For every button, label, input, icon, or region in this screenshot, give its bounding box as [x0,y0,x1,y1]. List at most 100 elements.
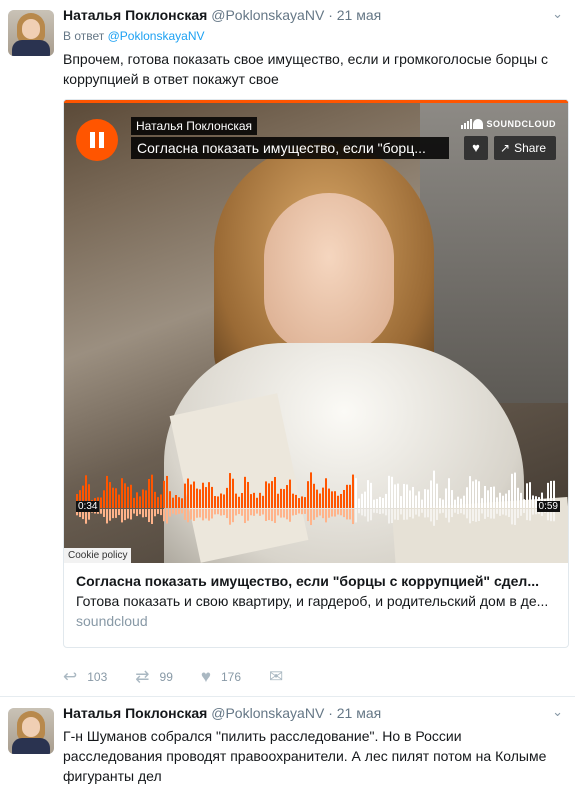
waveform-bar [511,473,513,508]
waveform-bar [187,478,189,508]
waveform-bar [100,497,102,508]
waveform-reflection [229,509,231,525]
waveform-reflection [172,509,174,514]
waveform-reflection [457,509,459,515]
share-button[interactable]: ↗ Share [494,136,556,160]
track-artist[interactable]: Наталья Поклонская [131,117,258,135]
waveform-bar [430,480,432,508]
waveform-reflection [433,509,435,526]
waveform-bar [274,476,276,508]
waveform-bar [424,489,426,508]
waveform-bar [436,483,438,508]
soundcloud-brand: SOUNDCLOUD [486,119,556,129]
waveform-reflection [352,509,354,525]
like-button[interactable]: ♥ 176 [201,667,241,687]
chevron-down-icon[interactable]: ⌄ [552,704,563,720]
waveform-bar [388,475,390,508]
retweet-button[interactable]: ⇄ 99 [135,667,173,687]
waveform-bar [121,478,123,508]
current-time: 0:34 [76,501,100,512]
waveform-reflection [508,509,510,518]
waveform-reflection [511,509,513,525]
waveform-bar [166,475,168,508]
waveform-bar [307,481,309,508]
chevron-down-icon[interactable]: ⌄ [552,6,563,22]
card-details[interactable]: Согласна показать имущество, если "борцы… [64,563,568,647]
like-track-button[interactable]: ♥ [464,136,488,160]
waveform-graphic[interactable] [76,468,558,530]
waveform[interactable] [76,468,558,530]
waveform-reflection [127,509,129,519]
waveform-reflection [238,509,240,515]
reply-button[interactable]: ↩ 103 [63,667,107,687]
card-title[interactable]: Согласна показать имущество, если "борцы… [76,573,558,589]
waveform-bar [229,473,231,508]
author-name[interactable]: Наталья Поклонская [63,7,207,23]
avatar[interactable] [8,708,54,754]
waveform-reflection [373,509,375,513]
waveform-bar [397,483,399,508]
waveform-reflection [361,509,363,516]
waveform-reflection [397,509,399,520]
waveform-bar [226,487,228,508]
track-title[interactable]: Согласна показать имущество, если "борц.… [131,137,449,159]
tweet-date[interactable]: 21 мая [337,705,381,721]
media-card[interactable]: Наталья Поклонская Согласна показать иму… [63,99,569,648]
waveform-reflection [376,509,378,514]
waveform-bar [460,498,462,508]
waveform-bar [208,482,210,508]
author-handle[interactable]: @PoklonskayaNV [211,705,324,721]
waveform-reflection [283,509,285,518]
tweet-header: Наталья Поклонская @PoklonskayaNV · 21 м… [63,705,381,721]
waveform-reflection [322,509,324,519]
cookie-policy-link[interactable]: Cookie policy [64,548,132,563]
avatar[interactable] [8,10,54,56]
waveform-bar [133,497,135,508]
waveform-bar [250,494,252,508]
soundcloud-player[interactable]: Наталья Поклонская Согласна показать иму… [64,100,568,563]
waveform-bar [472,481,474,508]
waveform-reflection [385,509,387,516]
direct-message-button[interactable]: ✉ [269,667,293,687]
envelope-icon: ✉ [269,667,284,686]
waveform-reflection [133,509,135,514]
waveform-bar [172,497,174,508]
waveform-bar [451,490,453,508]
waveform-bar [202,482,204,508]
waveform-bar [169,491,171,508]
waveform-reflection [505,509,507,516]
waveform-bar [331,491,333,508]
waveform-reflection [331,509,333,517]
waveform-bar [262,495,264,508]
waveform-reflection [298,509,300,514]
tweet[interactable]: Наталья Поклонская @PoklonskayaNV · 21 м… [0,698,575,793]
waveform-bar [259,492,261,508]
author-handle[interactable]: @PoklonskayaNV [211,7,324,23]
waveform-bar [442,499,444,508]
waveform-reflection [130,509,132,520]
waveform-reflection [517,509,519,519]
waveform-reflection [271,509,273,522]
waveform-bar [232,478,234,508]
waveform-bar [256,497,258,508]
waveform-bar [337,495,339,508]
reply-prefix: В ответ [63,29,105,43]
waveform-reflection [295,509,297,515]
waveform-bar [403,483,405,508]
waveform-reflection [412,509,414,519]
soundcloud-logo[interactable]: SOUNDCLOUD [460,119,557,129]
waveform-bar [145,490,147,508]
waveform-bar [358,498,360,508]
waveform-reflection [526,509,528,521]
waveform-bar [181,498,183,508]
reply-handle-link[interactable]: @PoklonskayaNV [108,29,205,43]
waveform-bar [409,490,411,508]
waveform-reflection [292,509,294,516]
waveform-reflection [235,509,237,516]
tweet[interactable]: Наталья Поклонская @PoklonskayaNV · 21 м… [0,0,575,697]
waveform-reflection [358,509,360,514]
author-name[interactable]: Наталья Поклонская [63,705,207,721]
pause-button[interactable] [76,119,118,161]
tweet-date[interactable]: 21 мая [337,7,381,23]
waveform-reflection [241,509,243,516]
